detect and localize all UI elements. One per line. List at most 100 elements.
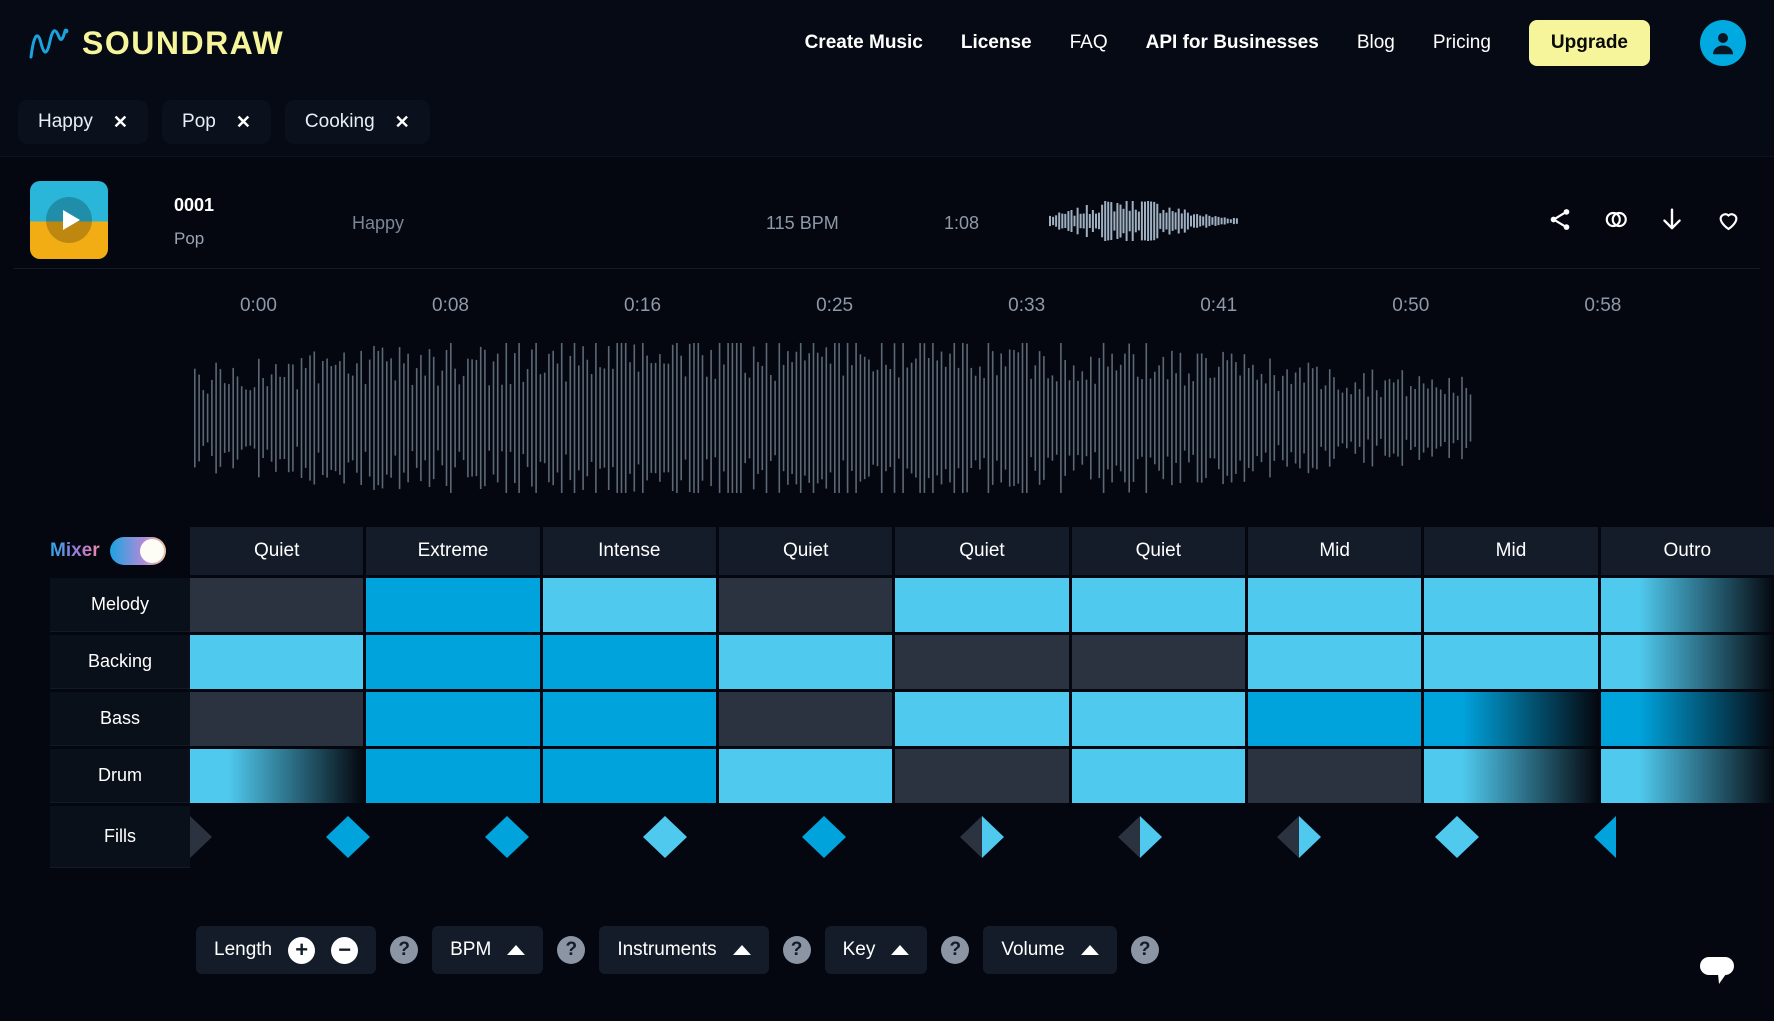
nav-link-license[interactable]: License <box>961 32 1032 54</box>
help-icon[interactable]: ? <box>390 936 419 964</box>
filter-chip-cooking[interactable]: Cooking ✕ <box>284 100 430 144</box>
grid-cell[interactable] <box>542 692 716 746</box>
grid-cell[interactable] <box>1600 578 1774 632</box>
copy-icon[interactable] <box>1603 207 1629 233</box>
chevron-up-icon[interactable] <box>507 945 526 955</box>
section-cell[interactable]: Quiet <box>718 527 893 575</box>
fill-triangle-left-icon[interactable] <box>1118 816 1141 858</box>
heart-icon[interactable] <box>1715 206 1742 233</box>
section-cell[interactable]: Quiet <box>190 527 364 575</box>
length-control[interactable]: Length + − <box>196 926 377 974</box>
filter-chip-pop[interactable]: Pop ✕ <box>162 100 271 144</box>
section-cell[interactable]: Intense <box>542 527 716 575</box>
length-decrease-button[interactable]: − <box>331 936 359 964</box>
nav-link-blog[interactable]: Blog <box>1357 32 1395 54</box>
volume-control[interactable]: Volume <box>983 926 1117 974</box>
nav-link-create-music[interactable]: Create Music <box>805 32 923 54</box>
mixer-toggle[interactable] <box>109 537 166 565</box>
length-increase-button[interactable]: + <box>288 936 316 964</box>
share-icon[interactable] <box>1547 207 1573 233</box>
grid-cell[interactable] <box>542 578 716 632</box>
section-cell[interactable]: Quiet <box>895 527 1069 575</box>
fill-triangle-right-icon[interactable] <box>1140 816 1163 858</box>
grid-cell[interactable] <box>1247 635 1422 689</box>
grid-cell[interactable] <box>718 692 893 746</box>
grid-cell[interactable] <box>718 578 893 632</box>
grid-cell[interactable] <box>718 749 893 803</box>
fill-triangle-right-icon[interactable] <box>1457 816 1480 858</box>
help-icon[interactable]: ? <box>941 936 970 964</box>
section-cell[interactable]: Extreme <box>366 527 540 575</box>
close-icon[interactable]: ✕ <box>236 113 251 131</box>
grid-cell[interactable] <box>718 635 893 689</box>
fill-triangle-right-icon[interactable] <box>348 816 371 858</box>
grid-cell[interactable] <box>895 578 1069 632</box>
fill-triangle-left-icon[interactable] <box>643 816 666 858</box>
filter-chip-happy[interactable]: Happy ✕ <box>18 100 149 144</box>
fill-triangle-left-icon[interactable] <box>960 816 983 858</box>
grid-cell[interactable] <box>1600 692 1774 746</box>
instruments-control[interactable]: Instruments <box>599 926 769 974</box>
chevron-up-icon[interactable] <box>891 945 910 955</box>
section-cell[interactable]: Mid <box>1247 527 1422 575</box>
fill-triangle-left-icon[interactable] <box>484 816 507 858</box>
nav-link-api-for-businesses[interactable]: API for Businesses <box>1146 32 1319 54</box>
grid-cell[interactable] <box>1247 749 1422 803</box>
grid-cell[interactable] <box>1424 578 1598 632</box>
key-control[interactable]: Key <box>824 926 928 974</box>
grid-cell[interactable] <box>190 749 364 803</box>
fill-triangle-right-icon[interactable] <box>982 816 1005 858</box>
grid-cell[interactable] <box>366 635 540 689</box>
fill-triangle-right-icon[interactable] <box>190 816 212 858</box>
fill-triangle-left-icon[interactable] <box>1435 816 1458 858</box>
close-icon[interactable]: ✕ <box>395 113 410 131</box>
grid-cell[interactable] <box>190 692 364 746</box>
grid-cell[interactable] <box>542 749 716 803</box>
section-cell[interactable]: Quiet <box>1071 527 1245 575</box>
chat-bubble-icon[interactable] <box>1692 953 1744 989</box>
fill-triangle-left-icon[interactable] <box>801 816 824 858</box>
grid-cell[interactable] <box>1071 692 1245 746</box>
chevron-up-icon[interactable] <box>1080 945 1099 955</box>
brand-logo[interactable]: SOUNDRAW <box>28 23 284 63</box>
grid-cell[interactable] <box>895 635 1069 689</box>
grid-cell[interactable] <box>1071 635 1245 689</box>
grid-cell[interactable] <box>1071 578 1245 632</box>
play-thumbnail-icon[interactable] <box>30 180 108 259</box>
grid-cell[interactable] <box>895 749 1069 803</box>
fill-triangle-right-icon[interactable] <box>823 816 846 858</box>
timeline-ruler[interactable]: 0:00 0:08 0:16 0:25 0:33 0:41 0:50 0:58 … <box>14 295 1760 335</box>
chevron-up-icon[interactable] <box>732 945 751 955</box>
grid-cell[interactable] <box>190 635 364 689</box>
grid-cell[interactable] <box>1600 749 1774 803</box>
grid-cell[interactable] <box>190 578 364 632</box>
nav-link-pricing[interactable]: Pricing <box>1433 32 1491 54</box>
fill-triangle-right-icon[interactable] <box>506 816 529 858</box>
close-icon[interactable]: ✕ <box>113 113 128 131</box>
section-cell[interactable]: Mid <box>1424 527 1598 575</box>
main-waveform[interactable] <box>14 343 1760 493</box>
help-icon[interactable]: ? <box>782 936 811 964</box>
grid-cell[interactable] <box>366 692 540 746</box>
grid-cell[interactable] <box>895 692 1069 746</box>
grid-cell[interactable] <box>1071 749 1245 803</box>
section-cell[interactable]: Outro <box>1600 527 1774 575</box>
upgrade-button[interactable]: Upgrade <box>1528 20 1650 66</box>
grid-cell[interactable] <box>1424 692 1598 746</box>
bpm-control[interactable]: BPM <box>432 926 544 974</box>
fill-triangle-left-icon[interactable] <box>326 816 349 858</box>
fill-triangle-left-icon[interactable] <box>1593 816 1616 858</box>
grid-cell[interactable] <box>366 578 540 632</box>
grid-cell[interactable] <box>1247 578 1422 632</box>
fill-triangle-left-icon[interactable] <box>1276 816 1299 858</box>
grid-cell[interactable] <box>1247 692 1422 746</box>
grid-cell[interactable] <box>366 749 540 803</box>
fill-triangle-right-icon[interactable] <box>1298 816 1321 858</box>
fill-triangle-right-icon[interactable] <box>665 816 688 858</box>
nav-link-faq[interactable]: FAQ <box>1070 32 1108 54</box>
user-avatar-icon[interactable] <box>1700 20 1746 66</box>
grid-cell[interactable] <box>1424 635 1598 689</box>
help-icon[interactable]: ? <box>1130 936 1159 964</box>
grid-cell[interactable] <box>1424 749 1598 803</box>
grid-cell[interactable] <box>1600 635 1774 689</box>
